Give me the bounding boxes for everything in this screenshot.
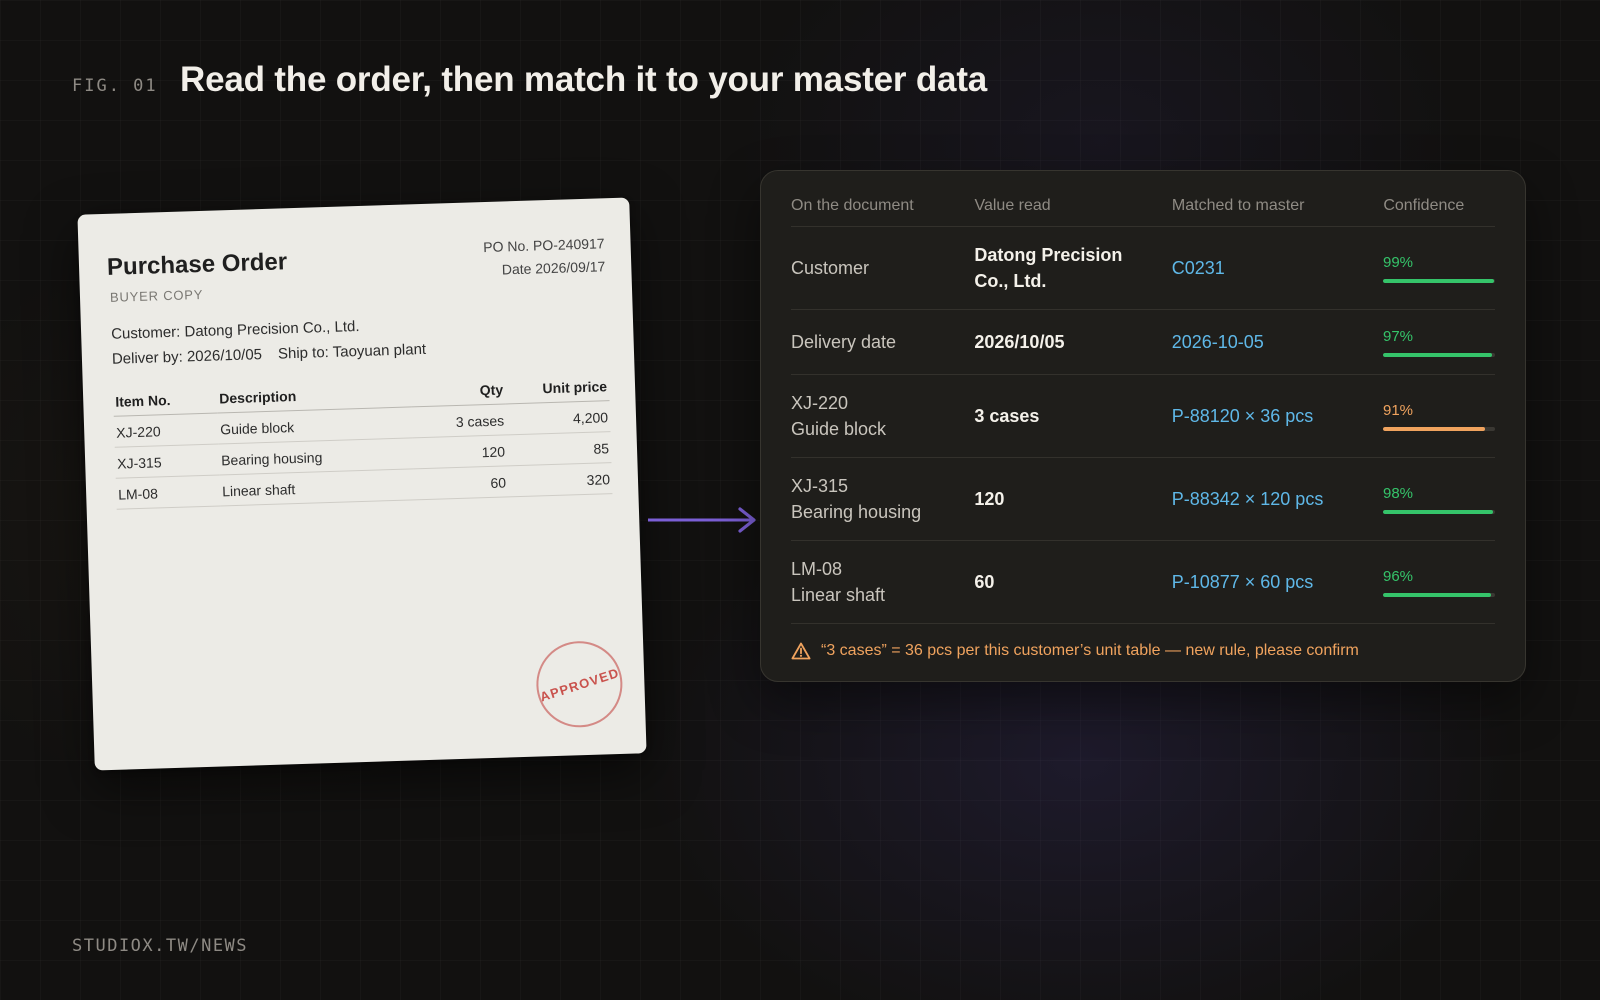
confidence-bar-fill [1382, 278, 1494, 283]
match-table-header: On the document Value read Matched to ma… [791, 171, 1495, 227]
po-qty: 60 [413, 465, 509, 500]
po-date: Date 2026/09/17 [501, 258, 606, 278]
value-read: 3 cases [974, 406, 1040, 426]
po-ship-to: Ship to: Taoyuan plant [277, 340, 427, 363]
doc-field: XJ-220 Guide block [791, 393, 887, 439]
confidence-bar [1382, 426, 1495, 431]
warning-icon [791, 642, 811, 660]
confidence-bar [1382, 352, 1495, 357]
po-col-item: Item No. [112, 382, 218, 417]
po-deliver-by: Deliver by: 2026/10/05 [111, 346, 263, 368]
doc-field: Delivery date [791, 332, 897, 352]
doc-field: Customer [791, 258, 870, 278]
po-item: LM-08 [115, 474, 221, 510]
po-col-qty: Qty [410, 373, 506, 407]
purchase-order-document: Purchase Order BUYER COPY PO No. PO-2409… [77, 197, 647, 771]
confidence-bar-fill [1382, 352, 1492, 357]
po-col-price: Unit price [504, 370, 610, 404]
confidence-bar-fill [1382, 509, 1493, 514]
confidence-cell: 97% [1382, 327, 1495, 357]
note-text: “3 cases” = 36 pcs per this customer’s u… [821, 642, 1359, 659]
confidence-cell: 96% [1382, 567, 1495, 597]
col-on-document: On the document [791, 197, 914, 214]
match-row: XJ-220 Guide block 3 cases P-88120 × 36 … [791, 375, 1495, 458]
matched-master-link[interactable]: C0231 [1172, 258, 1383, 279]
confidence-bar-fill [1382, 592, 1491, 597]
arrow-right-icon [648, 507, 756, 533]
footer-source: STUDIOX.TW/NEWS [72, 936, 249, 956]
po-price: 320 [507, 462, 613, 497]
figure-title: Read the order, then match it to your ma… [180, 60, 988, 99]
po-copy-label: BUYER COPY [109, 286, 204, 305]
approved-stamp: APPROVED [535, 639, 624, 729]
confidence-percent: 96% [1382, 567, 1414, 585]
po-description: Linear shaft [219, 468, 415, 506]
matched-master-link[interactable]: P-10877 × 60 pcs [1172, 572, 1383, 593]
po-line-items-table: Item No. Description Qty Unit price XJ-2… [112, 370, 613, 510]
figure-label: FIG. 01 [72, 76, 158, 96]
match-results-panel: On the document Value read Matched to ma… [760, 170, 1526, 682]
confidence-percent: 99% [1382, 253, 1414, 271]
matched-master-link[interactable]: P-88342 × 120 pcs [1172, 489, 1383, 510]
col-value-read: Value read [974, 197, 1051, 214]
confirmation-note: “3 cases” = 36 pcs per this customer’s u… [791, 624, 1495, 678]
confidence-bar [1382, 278, 1495, 283]
confidence-cell: 91% [1382, 401, 1495, 431]
match-row: Customer Datong Precision Co., Ltd. C023… [791, 227, 1495, 310]
value-read: Datong Precision Co., Ltd. [974, 245, 1123, 291]
po-meta: PO No. PO-240917 Date 2026/09/17 [483, 232, 606, 282]
po-item: XJ-220 [113, 412, 219, 448]
po-title: Purchase Order [106, 248, 288, 281]
col-confidence: Confidence [1383, 197, 1465, 214]
po-info: Customer: Datong Precision Co., Ltd. Del… [111, 312, 427, 372]
doc-field: XJ-315 Bearing housing [791, 476, 922, 522]
confidence-percent: 98% [1382, 484, 1414, 502]
match-row: LM-08 Linear shaft 60 P-10877 × 60 pcs 9… [791, 541, 1495, 624]
po-qty: 120 [412, 434, 508, 469]
matched-master-link[interactable]: 2026-10-05 [1172, 332, 1383, 353]
confidence-percent: 97% [1382, 327, 1414, 345]
confidence-bar-fill [1382, 426, 1485, 431]
confidence-cell: 99% [1382, 253, 1495, 283]
doc-field: LM-08 Linear shaft [791, 559, 886, 605]
po-price: 85 [506, 431, 612, 466]
po-item: XJ-315 [114, 443, 220, 479]
po-price: 4,200 [505, 400, 611, 435]
match-row: XJ-315 Bearing housing 120 P-88342 × 120… [791, 458, 1495, 541]
match-rows: Customer Datong Precision Co., Ltd. C023… [791, 227, 1495, 624]
confidence-cell: 98% [1382, 484, 1495, 514]
match-row: Delivery date 2026/10/05 2026-10-05 97% [791, 310, 1495, 375]
matched-master-link[interactable]: P-88120 × 36 pcs [1172, 406, 1383, 427]
confidence-bar [1382, 592, 1495, 597]
value-read: 60 [974, 572, 995, 592]
confidence-bar [1382, 509, 1495, 514]
po-qty: 3 cases [411, 403, 507, 438]
confidence-percent: 91% [1382, 401, 1414, 419]
col-matched-to-master: Matched to master [1171, 197, 1305, 214]
stamp-text: APPROVED [537, 664, 621, 705]
value-read: 2026/10/05 [974, 332, 1065, 352]
value-read: 120 [974, 489, 1005, 509]
